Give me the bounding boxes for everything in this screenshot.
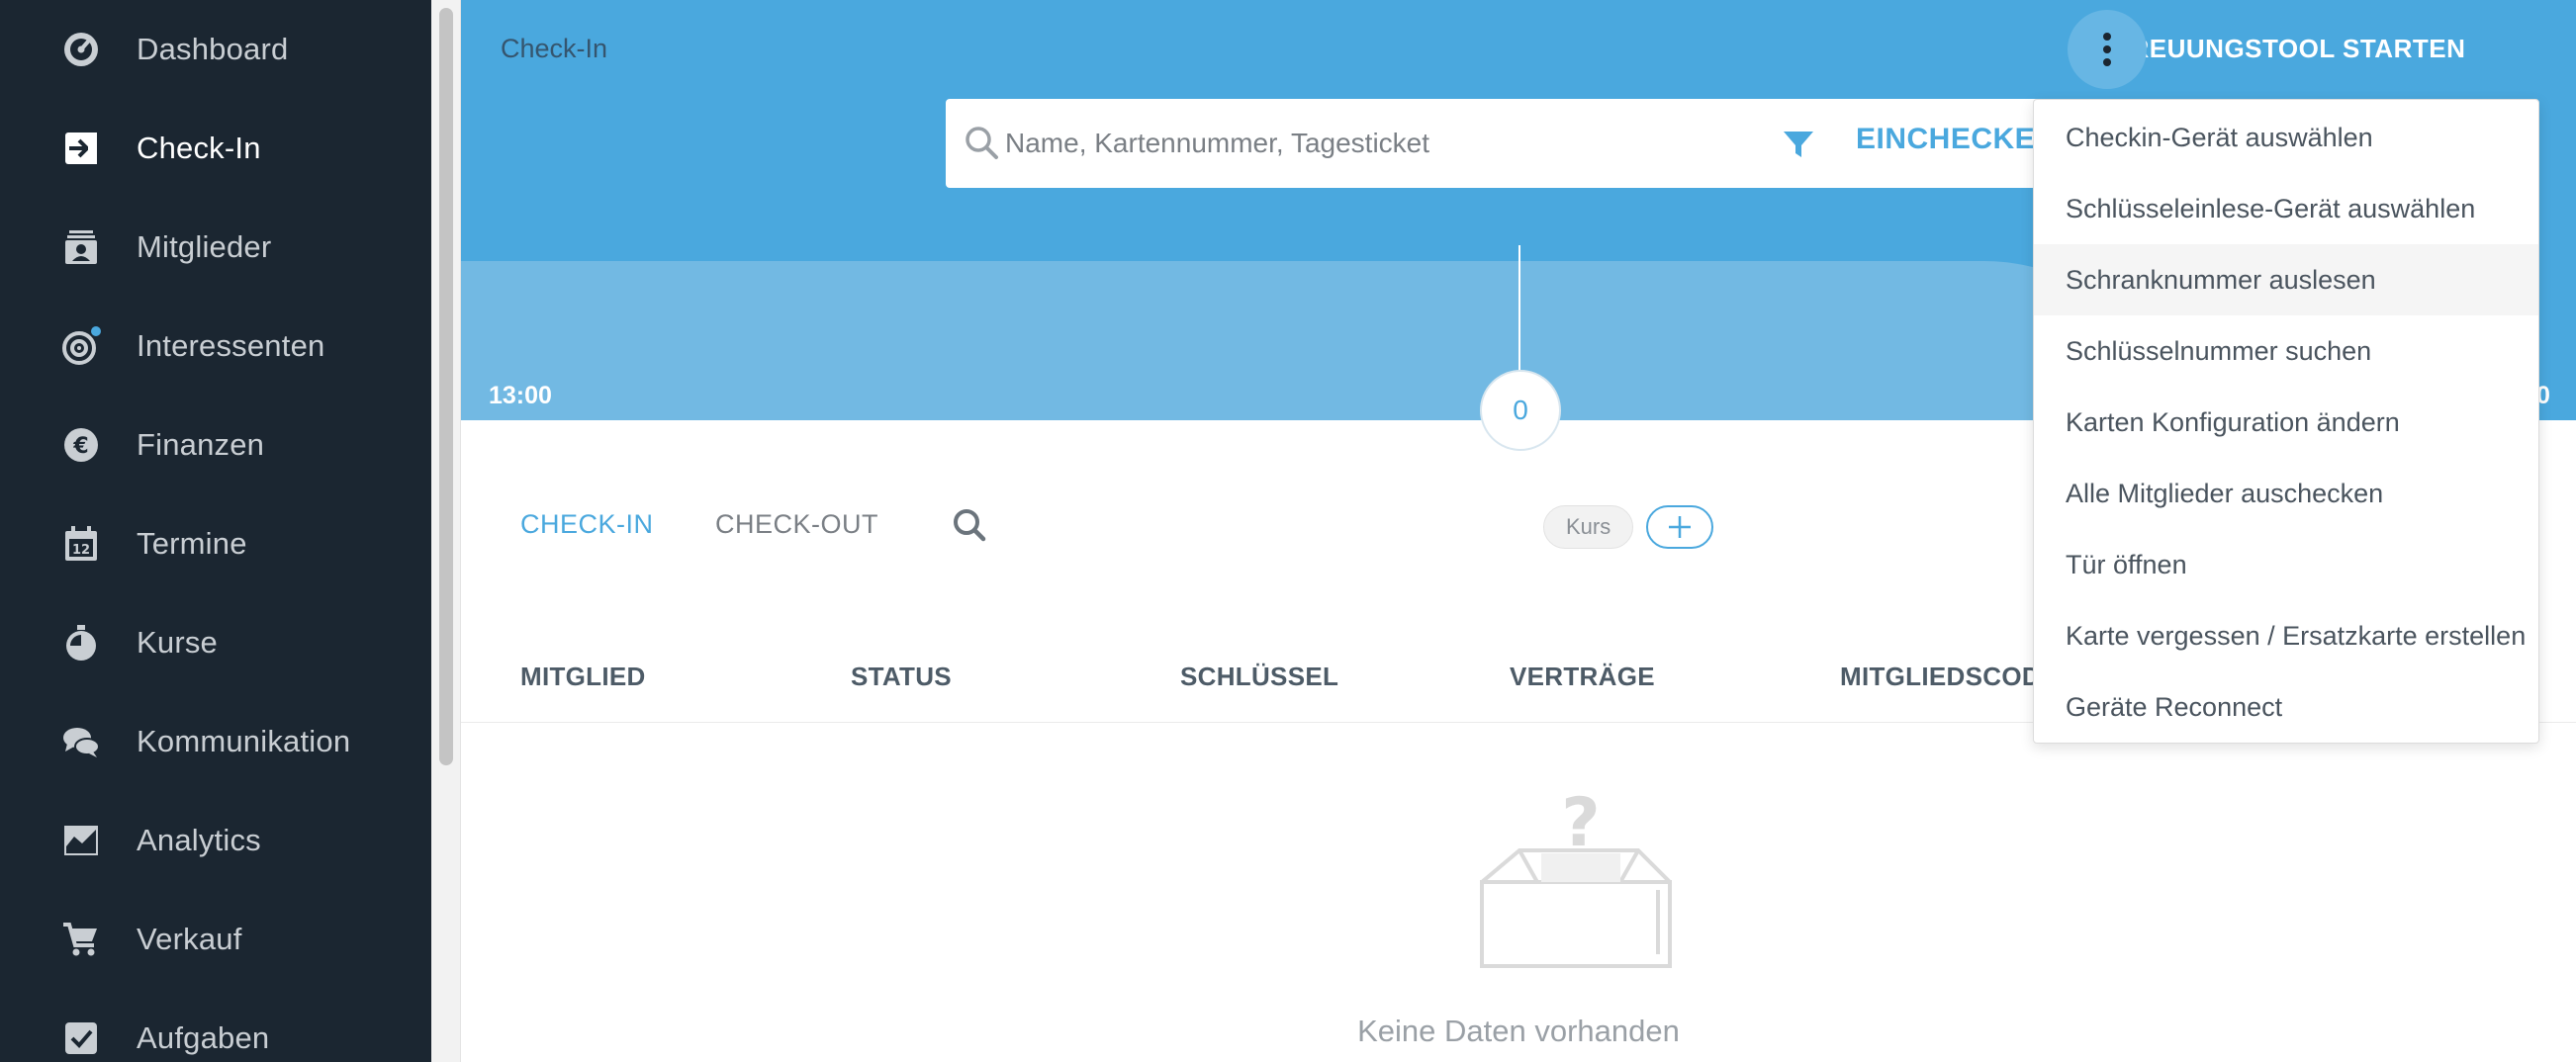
search-icon[interactable] <box>950 505 989 545</box>
sidebar-item-label: Verkauf <box>137 922 242 956</box>
course-filter-chip[interactable]: Kurs <box>1543 505 1634 549</box>
sidebar-item-kurse[interactable]: Kurse <box>0 593 431 692</box>
sidebar-item-label: Check-In <box>137 131 261 165</box>
checkin-count: 0 <box>1480 370 1561 451</box>
more-vertical-icon <box>2103 33 2111 66</box>
scrollbar-thumb[interactable] <box>439 8 453 765</box>
chip-label: Kurs <box>1566 514 1611 539</box>
search-input[interactable] <box>1005 99 1777 188</box>
cart-icon <box>59 918 103 961</box>
sidebar-item-label: Aufgaben <box>137 1020 270 1055</box>
menu-item-search-key-number[interactable]: Schlüsselnummer suchen <box>2034 315 2538 387</box>
menu-item-forgot-card[interactable]: Karte vergessen / Ersatzkarte erstellen <box>2034 600 2538 671</box>
menu-item-devices-reconnect[interactable]: Geräte Reconnect <box>2034 671 2538 743</box>
checkin-button[interactable]: EINCHECKEN <box>1856 123 2057 156</box>
svg-text:?: ? <box>1561 784 1600 862</box>
header-decoration <box>461 261 2182 420</box>
svg-text:€: € <box>72 434 88 459</box>
column-header-member-code[interactable]: MITGLIEDSCODE <box>1840 662 2059 692</box>
column-header-contracts[interactable]: VERTRÄGE <box>1510 662 1655 692</box>
sidebar-item-label: Analytics <box>137 823 261 857</box>
menu-item-select-checkin-device[interactable]: Checkin-Gerät auswählen <box>2034 102 2538 173</box>
chart-icon <box>59 819 103 862</box>
plus-icon <box>1669 516 1691 538</box>
timeline-marker <box>1518 245 1520 374</box>
members-icon <box>59 225 103 269</box>
sidebar-item-mitglieder[interactable]: Mitglieder <box>0 198 431 297</box>
euro-icon: € <box>59 423 103 467</box>
menu-item-checkout-all-members[interactable]: Alle Mitglieder auschecken <box>2034 458 2538 529</box>
breadcrumb[interactable]: Check-In <box>501 34 607 64</box>
sidebar-scrollbar[interactable] <box>431 0 461 1062</box>
tab-check-out[interactable]: CHECK-OUT <box>715 509 878 540</box>
calendar-icon: 12 <box>59 522 103 566</box>
column-header-status[interactable]: STATUS <box>851 662 952 692</box>
sidebar-item-analytics[interactable]: Analytics <box>0 791 431 890</box>
svg-text:12: 12 <box>72 543 90 558</box>
sidebar: Dashboard Check-In Mitglieder Interessen… <box>0 0 431 1062</box>
checkin-icon <box>59 127 103 170</box>
sidebar-item-label: Mitglieder <box>137 229 272 264</box>
notification-badge <box>89 324 103 338</box>
menu-item-select-key-reader-device[interactable]: Schlüsseleinlese-Gerät auswählen <box>2034 173 2538 244</box>
sidebar-item-dashboard[interactable]: Dashboard <box>0 0 431 99</box>
more-options-menu: Checkin-Gerät auswählen Schlüsseleinlese… <box>2033 99 2539 744</box>
sidebar-item-label: Kommunikation <box>137 724 351 758</box>
sidebar-item-label: Termine <box>137 526 247 561</box>
stopwatch-icon <box>59 621 103 664</box>
sidebar-item-label: Dashboard <box>137 32 289 66</box>
menu-item-change-card-config[interactable]: Karten Konfiguration ändern <box>2034 387 2538 458</box>
sidebar-item-check-in[interactable]: Check-In <box>0 99 431 198</box>
search-icon <box>966 127 998 159</box>
column-header-member[interactable]: MITGLIED <box>520 662 646 692</box>
sidebar-item-label: Kurse <box>137 625 218 660</box>
menu-item-read-locker-number[interactable]: Schranknummer auslesen <box>2034 244 2538 315</box>
timeline-start-time: 13:00 <box>489 382 552 409</box>
add-filter-button[interactable] <box>1646 505 1713 549</box>
empty-box-icon: ? <box>1480 784 1672 968</box>
column-header-key[interactable]: SCHLÜSSEL <box>1180 662 1338 692</box>
more-menu-button[interactable] <box>2068 10 2147 89</box>
sidebar-item-verkauf[interactable]: Verkauf <box>0 890 431 989</box>
chat-icon <box>59 720 103 763</box>
sidebar-item-termine[interactable]: 12 Termine <box>0 494 431 593</box>
menu-item-open-door[interactable]: Tür öffnen <box>2034 529 2538 600</box>
dashboard-icon <box>59 28 103 71</box>
filter-icon[interactable] <box>1781 127 1816 162</box>
prospects-icon <box>59 324 103 368</box>
empty-state-text: Keine Daten vorhanden <box>1357 1014 1680 1048</box>
sidebar-item-finanzen[interactable]: € Finanzen <box>0 396 431 494</box>
sidebar-item-label: Finanzen <box>137 427 265 462</box>
sidebar-item-aufgaben[interactable]: Aufgaben <box>0 989 431 1062</box>
sidebar-item-kommunikation[interactable]: Kommunikation <box>0 692 431 791</box>
sidebar-item-interessenten[interactable]: Interessenten <box>0 297 431 396</box>
sidebar-item-label: Interessenten <box>137 328 325 363</box>
checkbox-icon <box>59 1017 103 1060</box>
tab-check-in[interactable]: CHECK-IN <box>520 509 654 540</box>
checkin-search-bar: EINCHECKEN <box>946 99 2073 188</box>
